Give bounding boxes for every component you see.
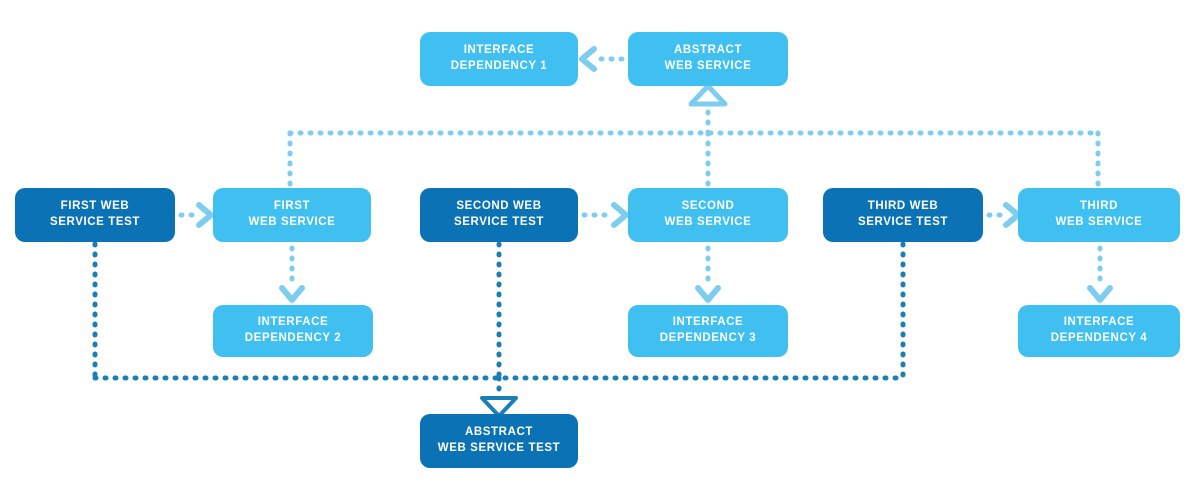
node-label-line2: WEB SERVICE TEST	[437, 442, 561, 454]
connector-third-web-service-to-interface-dependency-4	[1087, 245, 1113, 303]
node-label: INTERFACE DEPENDENCY 1	[451, 43, 547, 74]
connector-first-web-service-test-to-first-web-service	[178, 202, 214, 228]
node-label-line1: INTERFACE	[463, 44, 535, 57]
node-label: SECOND WEB SERVICE TEST	[454, 199, 544, 230]
node-label: THIRD WEB SERVICE	[1056, 199, 1143, 230]
connector-second-web-service-to-interface-dependency-3	[695, 245, 721, 303]
node-interface-dependency-4[interactable]: INTERFACE DEPENDENCY 4	[1018, 305, 1180, 357]
node-label-line2: WEB SERVICE	[664, 60, 752, 72]
node-label-line2: SERVICE TEST	[857, 216, 949, 228]
node-label-line2: SERVICE TEST	[49, 216, 141, 228]
connector-web-services-to-abstract-web-service	[287, 83, 1101, 189]
node-label-line1: INTERFACE	[1063, 316, 1135, 329]
node-label-line1: THIRD	[1079, 200, 1119, 213]
node-abstract-web-service-test[interactable]: ABSTRACT WEB SERVICE TEST	[420, 414, 578, 468]
node-label-line1: ABSTRACT	[464, 426, 534, 439]
node-label-line2: WEB SERVICE	[248, 216, 336, 228]
node-first-web-service[interactable]: FIRST WEB SERVICE	[213, 188, 371, 242]
node-label: THIRD WEB SERVICE TEST	[858, 199, 948, 230]
node-label-line2: WEB SERVICE	[664, 216, 752, 228]
node-label: INTERFACE DEPENDENCY 4	[1051, 315, 1147, 346]
node-label: FIRST WEB SERVICE TEST	[50, 199, 140, 230]
node-interface-dependency-1[interactable]: INTERFACE DEPENDENCY 1	[420, 32, 578, 86]
node-label-line2: DEPENDENCY 3	[659, 332, 757, 344]
node-abstract-web-service[interactable]: ABSTRACT WEB SERVICE	[628, 32, 788, 86]
node-label: SECOND WEB SERVICE	[665, 199, 752, 230]
node-label-line2: DEPENDENCY 1	[450, 60, 548, 72]
connector-abstract-web-service-to-interface-dependency-1	[579, 46, 625, 72]
node-label-line1: THIRD WEB	[867, 200, 939, 213]
connector-first-web-service-to-interface-dependency-2	[279, 245, 305, 303]
node-label: FIRST WEB SERVICE	[249, 199, 336, 230]
node-third-web-service[interactable]: THIRD WEB SERVICE	[1018, 188, 1180, 242]
node-label-line1: SECOND	[681, 200, 735, 213]
node-label: ABSTRACT WEB SERVICE	[665, 43, 752, 74]
node-label-line1: INTERFACE	[672, 316, 744, 329]
node-label-line1: FIRST WEB	[60, 200, 130, 213]
node-label-line2: DEPENDENCY 2	[244, 332, 342, 344]
node-second-web-service-test[interactable]: SECOND WEB SERVICE TEST	[420, 188, 578, 242]
node-label: INTERFACE DEPENDENCY 2	[245, 315, 341, 346]
node-label: INTERFACE DEPENDENCY 3	[660, 315, 756, 346]
node-label-line1: SECOND WEB	[456, 200, 542, 213]
node-label: ABSTRACT WEB SERVICE TEST	[438, 425, 561, 456]
node-label-line1: ABSTRACT	[673, 44, 743, 57]
node-interface-dependency-2[interactable]: INTERFACE DEPENDENCY 2	[213, 305, 373, 357]
node-label-line2: WEB SERVICE	[1055, 216, 1143, 228]
node-label-line1: INTERFACE	[257, 316, 329, 329]
diagram-canvas: INTERFACE DEPENDENCY 1 ABSTRACT WEB SERVICE…	[0, 0, 1200, 500]
connector-second-web-service-test-to-second-web-service	[581, 202, 629, 228]
node-label-line1: FIRST	[273, 200, 311, 213]
node-second-web-service[interactable]: SECOND WEB SERVICE	[628, 188, 788, 242]
node-label-line2: SERVICE TEST	[453, 216, 545, 228]
node-first-web-service-test[interactable]: FIRST WEB SERVICE TEST	[15, 188, 175, 242]
node-interface-dependency-3[interactable]: INTERFACE DEPENDENCY 3	[628, 305, 788, 357]
connector-third-web-service-test-to-third-web-service	[986, 202, 1021, 228]
connector-layer	[92, 46, 1113, 418]
node-third-web-service-test[interactable]: THIRD WEB SERVICE TEST	[823, 188, 983, 242]
node-label-line2: DEPENDENCY 4	[1050, 332, 1148, 344]
